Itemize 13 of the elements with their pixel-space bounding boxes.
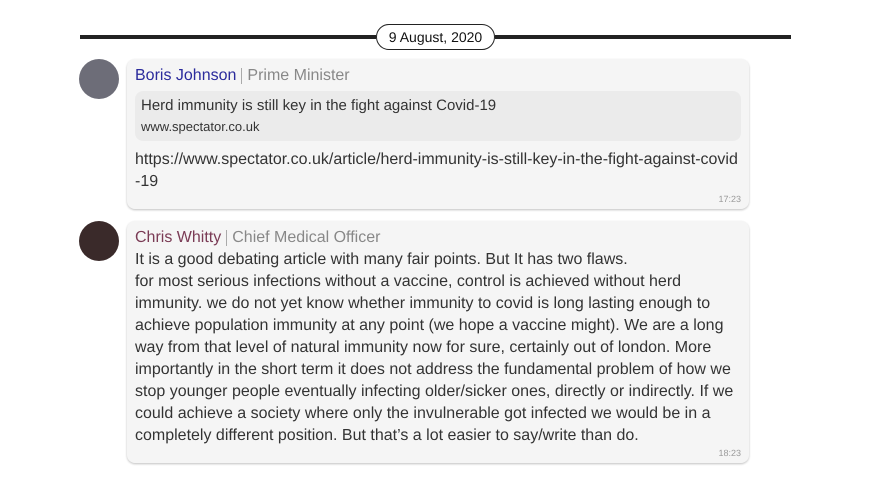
date-label: 9 August, 2020 (376, 24, 496, 50)
link-preview[interactable]: Herd immunity is still key in the fight against Covid-19 www.spectator.co.uk (135, 91, 741, 141)
author-name: Boris Johnson (135, 66, 236, 86)
message-time: 17:23 (718, 193, 741, 205)
message-text: It is a good debating article with many fair points. But It has two flaws. for most serious infections without a vaccine, control is achieved without herd immunity. we do not yet know whether immunity to covid is long lasting enough to achieve population immunity at any point (we hope a vaccine might). We are a long way from that level of natural immunity now for sure, certainly out of london. More importantly in the short term it does not address the fundamental problem of how we stop younger people eventually infecting older/sicker ones, directly or indirectly. If we could achieve a society where only the invulnerable got infected we would be in a completely different position. But that’s a lot easier to say/write than do. (135, 250, 734, 446)
avatar-placeholder (79, 221, 119, 261)
author-role: Chief Medical Officer (232, 228, 380, 248)
author-name: Chris Whitty (135, 228, 222, 248)
preview-title: Herd immunity is still key in the fight against Covid-19 (141, 96, 498, 116)
message-time: 18:23 (718, 447, 741, 459)
author-role: Prime Minister (247, 66, 350, 86)
preview-site: www.spectator.co.uk (141, 118, 260, 136)
avatar-placeholder (79, 59, 119, 99)
